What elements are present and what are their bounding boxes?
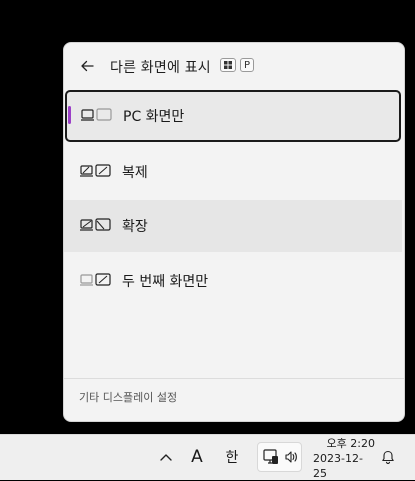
more-display-settings-link[interactable]: 기타 디스플레이 설정 (79, 389, 177, 405)
footer-divider (64, 378, 404, 379)
clock-date: 2023-12-25 (313, 451, 363, 480)
input-indicator-han[interactable]: 한 (220, 445, 244, 469)
taskbar: A 한 오후 2:20 2023-12-25 (0, 434, 415, 480)
arrow-left-icon (81, 60, 94, 72)
network-volume-button[interactable] (257, 442, 302, 472)
duplicate-icon (80, 164, 111, 177)
option-extend[interactable]: 확장 (64, 200, 402, 252)
shortcut-key-p: P (240, 58, 254, 72)
option-label: 확장 (122, 219, 148, 235)
flyout-header: 다른 화면에 표시 P (64, 43, 404, 89)
show-hidden-icons-button[interactable] (156, 447, 176, 467)
network-icon (263, 449, 278, 464)
clock[interactable]: 오후 2:20 2023-12-25 (313, 437, 375, 480)
bell-icon (382, 450, 394, 464)
option-label: PC 화면만 (123, 109, 185, 125)
selection-indicator (68, 106, 71, 124)
notifications-button[interactable] (378, 447, 398, 467)
flyout-title: 다른 화면에 표시 (110, 60, 211, 76)
chevron-up-icon (160, 454, 172, 461)
second-screen-only-icon (80, 273, 111, 286)
input-indicator-a[interactable]: A (186, 445, 208, 469)
back-button[interactable] (76, 55, 98, 77)
option-label: 두 번째 화면만 (122, 274, 209, 290)
project-flyout: 다른 화면에 표시 P PC 화면만 복제 확장 두 번째 화면만 기타 디스플… (63, 42, 405, 422)
option-pc-screen-only[interactable]: PC 화면만 (65, 90, 401, 142)
pc-screen-only-icon (81, 108, 112, 121)
windows-key-icon (220, 58, 236, 72)
option-duplicate[interactable]: 복제 (64, 146, 402, 198)
option-label: 복제 (122, 165, 148, 181)
extend-icon (80, 218, 111, 231)
clock-time: 오후 2:20 (326, 436, 375, 450)
volume-icon (285, 451, 297, 463)
option-second-screen-only[interactable]: 두 번째 화면만 (64, 255, 402, 307)
